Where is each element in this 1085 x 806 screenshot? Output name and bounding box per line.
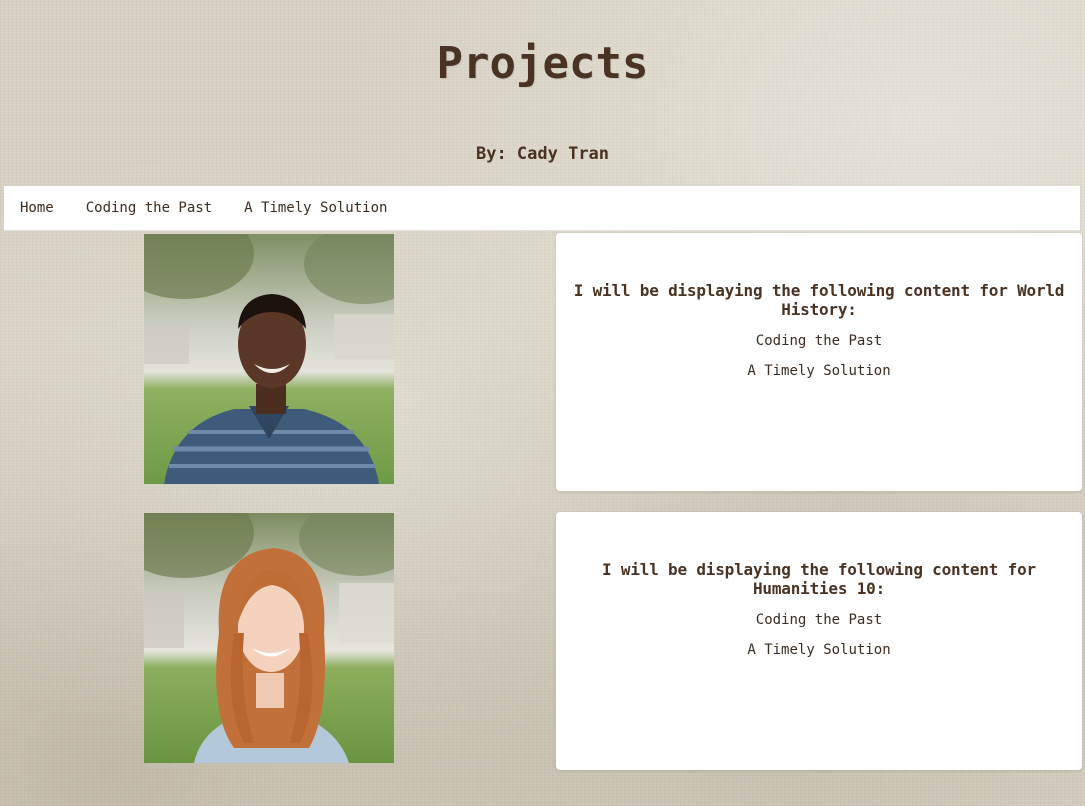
card-heading: I will be displaying the following conte… [602,560,1036,598]
card-link-coding-the-past[interactable]: Coding the Past [556,333,1082,349]
teacher-photo-humanities [144,513,394,763]
card-link-a-timely-solution[interactable]: A Timely Solution [556,642,1082,658]
card-link-a-timely-solution[interactable]: A Timely Solution [556,363,1082,379]
nav-link-coding-the-past[interactable]: Coding the Past [70,200,228,216]
page-title: Projects [436,38,649,89]
content-card-world-history: I will be displaying the following conte… [556,233,1082,491]
card-link-coding-the-past[interactable]: Coding the Past [556,612,1082,628]
author-byline: By: Cady Tran [475,144,610,164]
nav-link-a-timely-solution[interactable]: A Timely Solution [228,200,403,216]
nav-link-home[interactable]: Home [4,200,70,216]
portrait-man-image [144,234,394,484]
content-card-humanities: I will be displaying the following conte… [556,512,1082,770]
teacher-photo-world-history [144,234,394,484]
card-heading: I will be displaying the following conte… [573,281,1065,319]
portrait-woman-image [144,513,394,763]
nav-bar: Home Coding the Past A Timely Solution [4,186,1080,231]
